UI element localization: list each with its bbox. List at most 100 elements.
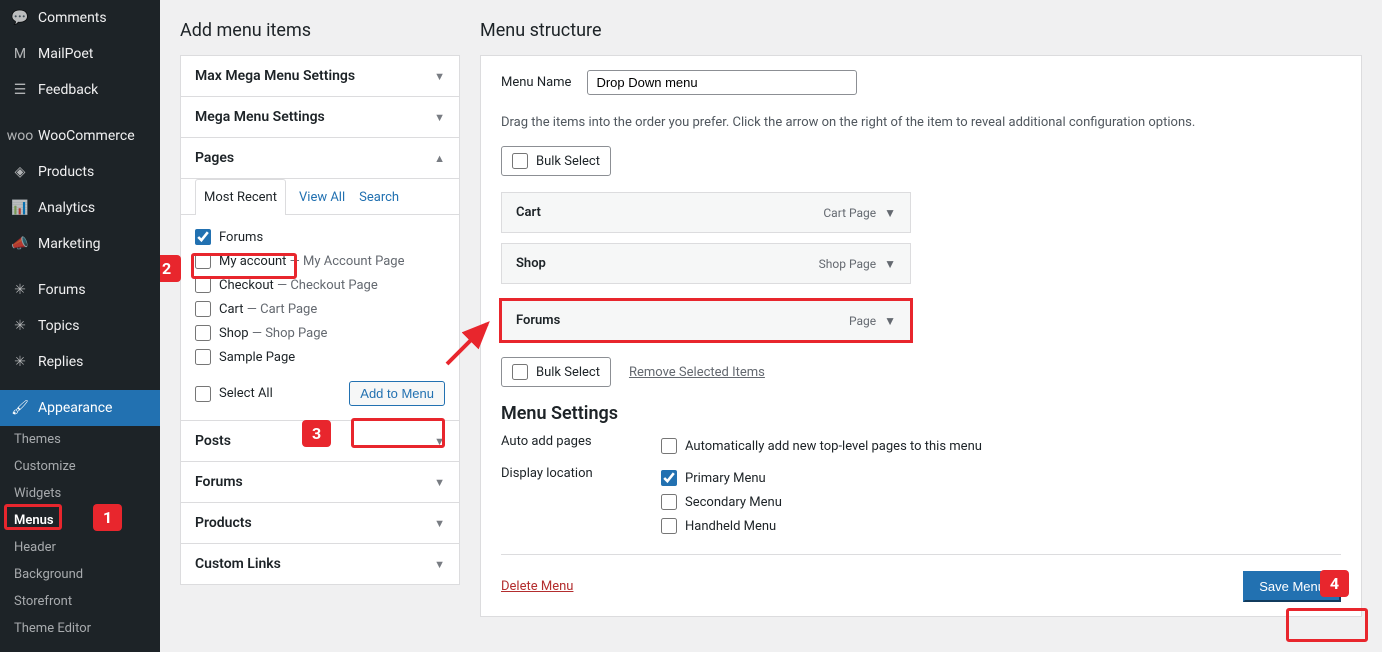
bulk-checkbox-bottom[interactable] <box>512 364 528 380</box>
chevron-up-icon: ▲ <box>434 152 445 165</box>
sidebar-item-label: Products <box>38 164 94 180</box>
select-all-row[interactable]: Select All <box>195 382 273 406</box>
bulk-checkbox[interactable] <box>512 153 528 169</box>
sidebar-item-appearance[interactable]: 🖌 Appearance <box>0 390 160 426</box>
page-item-0[interactable]: Forums <box>195 225 445 249</box>
delete-menu-link[interactable]: Delete Menu <box>501 579 573 594</box>
sidebar-item-feedback[interactable]: ☰ Feedback <box>0 72 160 108</box>
bulk-select-top[interactable]: Bulk Select <box>501 146 611 176</box>
tab-view-all[interactable]: View All <box>298 179 346 215</box>
sidebar-sub-widgets[interactable]: Widgets <box>0 480 160 507</box>
auto-add-row[interactable]: Automatically add new top-level pages to… <box>661 434 982 458</box>
menu-item-2[interactable]: ForumsPage ▼ <box>501 300 911 341</box>
tab-search[interactable]: Search <box>358 179 400 215</box>
feedback-icon: ☰ <box>10 80 30 100</box>
menu-box: Menu Name Drag the items into the order … <box>480 55 1362 617</box>
sidebar-sub-customize[interactable]: Customize <box>0 453 160 480</box>
sidebar-item-label: WooCommerce <box>38 128 135 144</box>
location-0[interactable]: Primary Menu <box>661 466 782 490</box>
sidebar-item-label: Feedback <box>38 82 98 98</box>
menu-structure-heading: Menu structure <box>480 20 1362 41</box>
menu-item-1[interactable]: ShopShop Page ▼ <box>501 243 911 284</box>
sidebar-item-label: Appearance <box>38 400 112 416</box>
sidebar-item-woocommerce[interactable]: woo WooCommerce <box>0 118 160 154</box>
menu-item-title: Shop <box>516 256 546 271</box>
appearance-icon: 🖌 <box>10 398 30 418</box>
page-checkbox[interactable] <box>195 253 211 269</box>
page-item-2[interactable]: Checkout — Checkout Page <box>195 273 445 297</box>
chevron-down-icon[interactable]: ▼ <box>884 314 896 328</box>
page-item-1[interactable]: My account — My Account Page <box>195 249 445 273</box>
bulk-label-bottom: Bulk Select <box>536 365 600 380</box>
chevron-down-icon: ▼ <box>434 70 445 83</box>
add-to-menu-button[interactable]: Add to Menu <box>349 381 445 406</box>
sidebar-sub-theme-editor[interactable]: Theme Editor <box>0 615 160 642</box>
chevron-down-icon: ▼ <box>434 558 445 571</box>
page-item-5[interactable]: Sample Page <box>195 345 445 369</box>
page-checkbox[interactable] <box>195 229 211 245</box>
mailpoet-icon: M <box>10 44 30 64</box>
pages-panel-body: Most Recent View All Search ForumsMy acc… <box>181 178 459 420</box>
panel-forums[interactable]: Forums ▼ <box>181 461 459 502</box>
panel-maxmega-label: Max Mega Menu Settings <box>195 68 355 84</box>
location-checkbox[interactable] <box>661 518 677 534</box>
page-checkbox[interactable] <box>195 325 211 341</box>
panel-pages[interactable]: Pages ▲ <box>181 137 459 178</box>
sidebar-item-analytics[interactable]: 📊Analytics <box>0 190 160 226</box>
auto-add-checkbox[interactable] <box>661 438 677 454</box>
select-all-label: Select All <box>219 386 273 401</box>
page-label: Sample Page <box>219 350 295 365</box>
panel-pages-label: Pages <box>195 150 234 166</box>
select-all-checkbox[interactable] <box>195 386 211 402</box>
panel-mega[interactable]: Mega Menu Settings ▼ <box>181 96 459 137</box>
panel-maxmega[interactable]: Max Mega Menu Settings ▼ <box>181 56 459 96</box>
sidebar-sub-background[interactable]: Background <box>0 561 160 588</box>
sidebar-sub-storefront[interactable]: Storefront <box>0 588 160 615</box>
sidebar-sub-header[interactable]: Header <box>0 534 160 561</box>
display-location-label: Display location <box>501 466 621 481</box>
save-menu-button[interactable]: Save Menu <box>1243 571 1341 602</box>
menu-name-input[interactable] <box>587 70 857 95</box>
panel-products-label: Products <box>195 515 252 531</box>
location-2[interactable]: Handheld Menu <box>661 514 782 538</box>
remove-selected-link[interactable]: Remove Selected Items <box>629 365 765 380</box>
sidebar-item-forums[interactable]: ✳Forums <box>0 272 160 308</box>
location-1[interactable]: Secondary Menu <box>661 490 782 514</box>
sidebar-item-label: Replies <box>38 354 83 370</box>
page-checkbox[interactable] <box>195 277 211 293</box>
panel-custom-links[interactable]: Custom Links ▼ <box>181 543 459 584</box>
sidebar-item-label: MailPoet <box>38 46 93 62</box>
location-checkbox[interactable] <box>661 494 677 510</box>
sidebar-item-marketing[interactable]: 📣Marketing <box>0 226 160 262</box>
sidebar-sub-menus[interactable]: Menus <box>0 507 160 534</box>
menu-item-0[interactable]: CartCart Page ▼ <box>501 192 911 233</box>
woocommerce-icon: woo <box>10 126 30 146</box>
sidebar-item-topics[interactable]: ✳Topics <box>0 308 160 344</box>
chevron-down-icon[interactable]: ▼ <box>884 257 896 271</box>
page-checkbox[interactable] <box>195 301 211 317</box>
sidebar-item-mailpoet[interactable]: M MailPoet <box>0 36 160 72</box>
chevron-down-icon: ▼ <box>434 435 445 448</box>
page-label: Shop — Shop Page <box>219 326 327 341</box>
panel-posts[interactable]: Posts ▼ <box>181 420 459 461</box>
sidebar-item-label: Forums <box>38 282 86 298</box>
bulk-select-bottom[interactable]: Bulk Select <box>501 357 611 387</box>
tab-most-recent[interactable]: Most Recent <box>195 179 286 215</box>
menu-item-type: Cart Page ▼ <box>823 206 896 220</box>
location-checkbox[interactable] <box>661 470 677 486</box>
sidebar-sub-themes[interactable]: Themes <box>0 426 160 453</box>
products-icon: ◈ <box>10 162 30 182</box>
sidebar-item-comments[interactable]: 💬Comments <box>0 0 160 36</box>
sidebar-item-products[interactable]: ◈ Products <box>0 154 160 190</box>
analytics-icon: 📊 <box>10 198 30 218</box>
topics-icon: ✳ <box>10 316 30 336</box>
panel-posts-label: Posts <box>195 433 231 449</box>
panel-custom-label: Custom Links <box>195 556 281 572</box>
sidebar-item-replies[interactable]: ✳Replies <box>0 344 160 380</box>
panel-products[interactable]: Products ▼ <box>181 502 459 543</box>
page-item-3[interactable]: Cart — Cart Page <box>195 297 445 321</box>
auto-add-text: Automatically add new top-level pages to… <box>685 439 982 454</box>
chevron-down-icon[interactable]: ▼ <box>884 206 896 220</box>
page-checkbox[interactable] <box>195 349 211 365</box>
page-item-4[interactable]: Shop — Shop Page <box>195 321 445 345</box>
